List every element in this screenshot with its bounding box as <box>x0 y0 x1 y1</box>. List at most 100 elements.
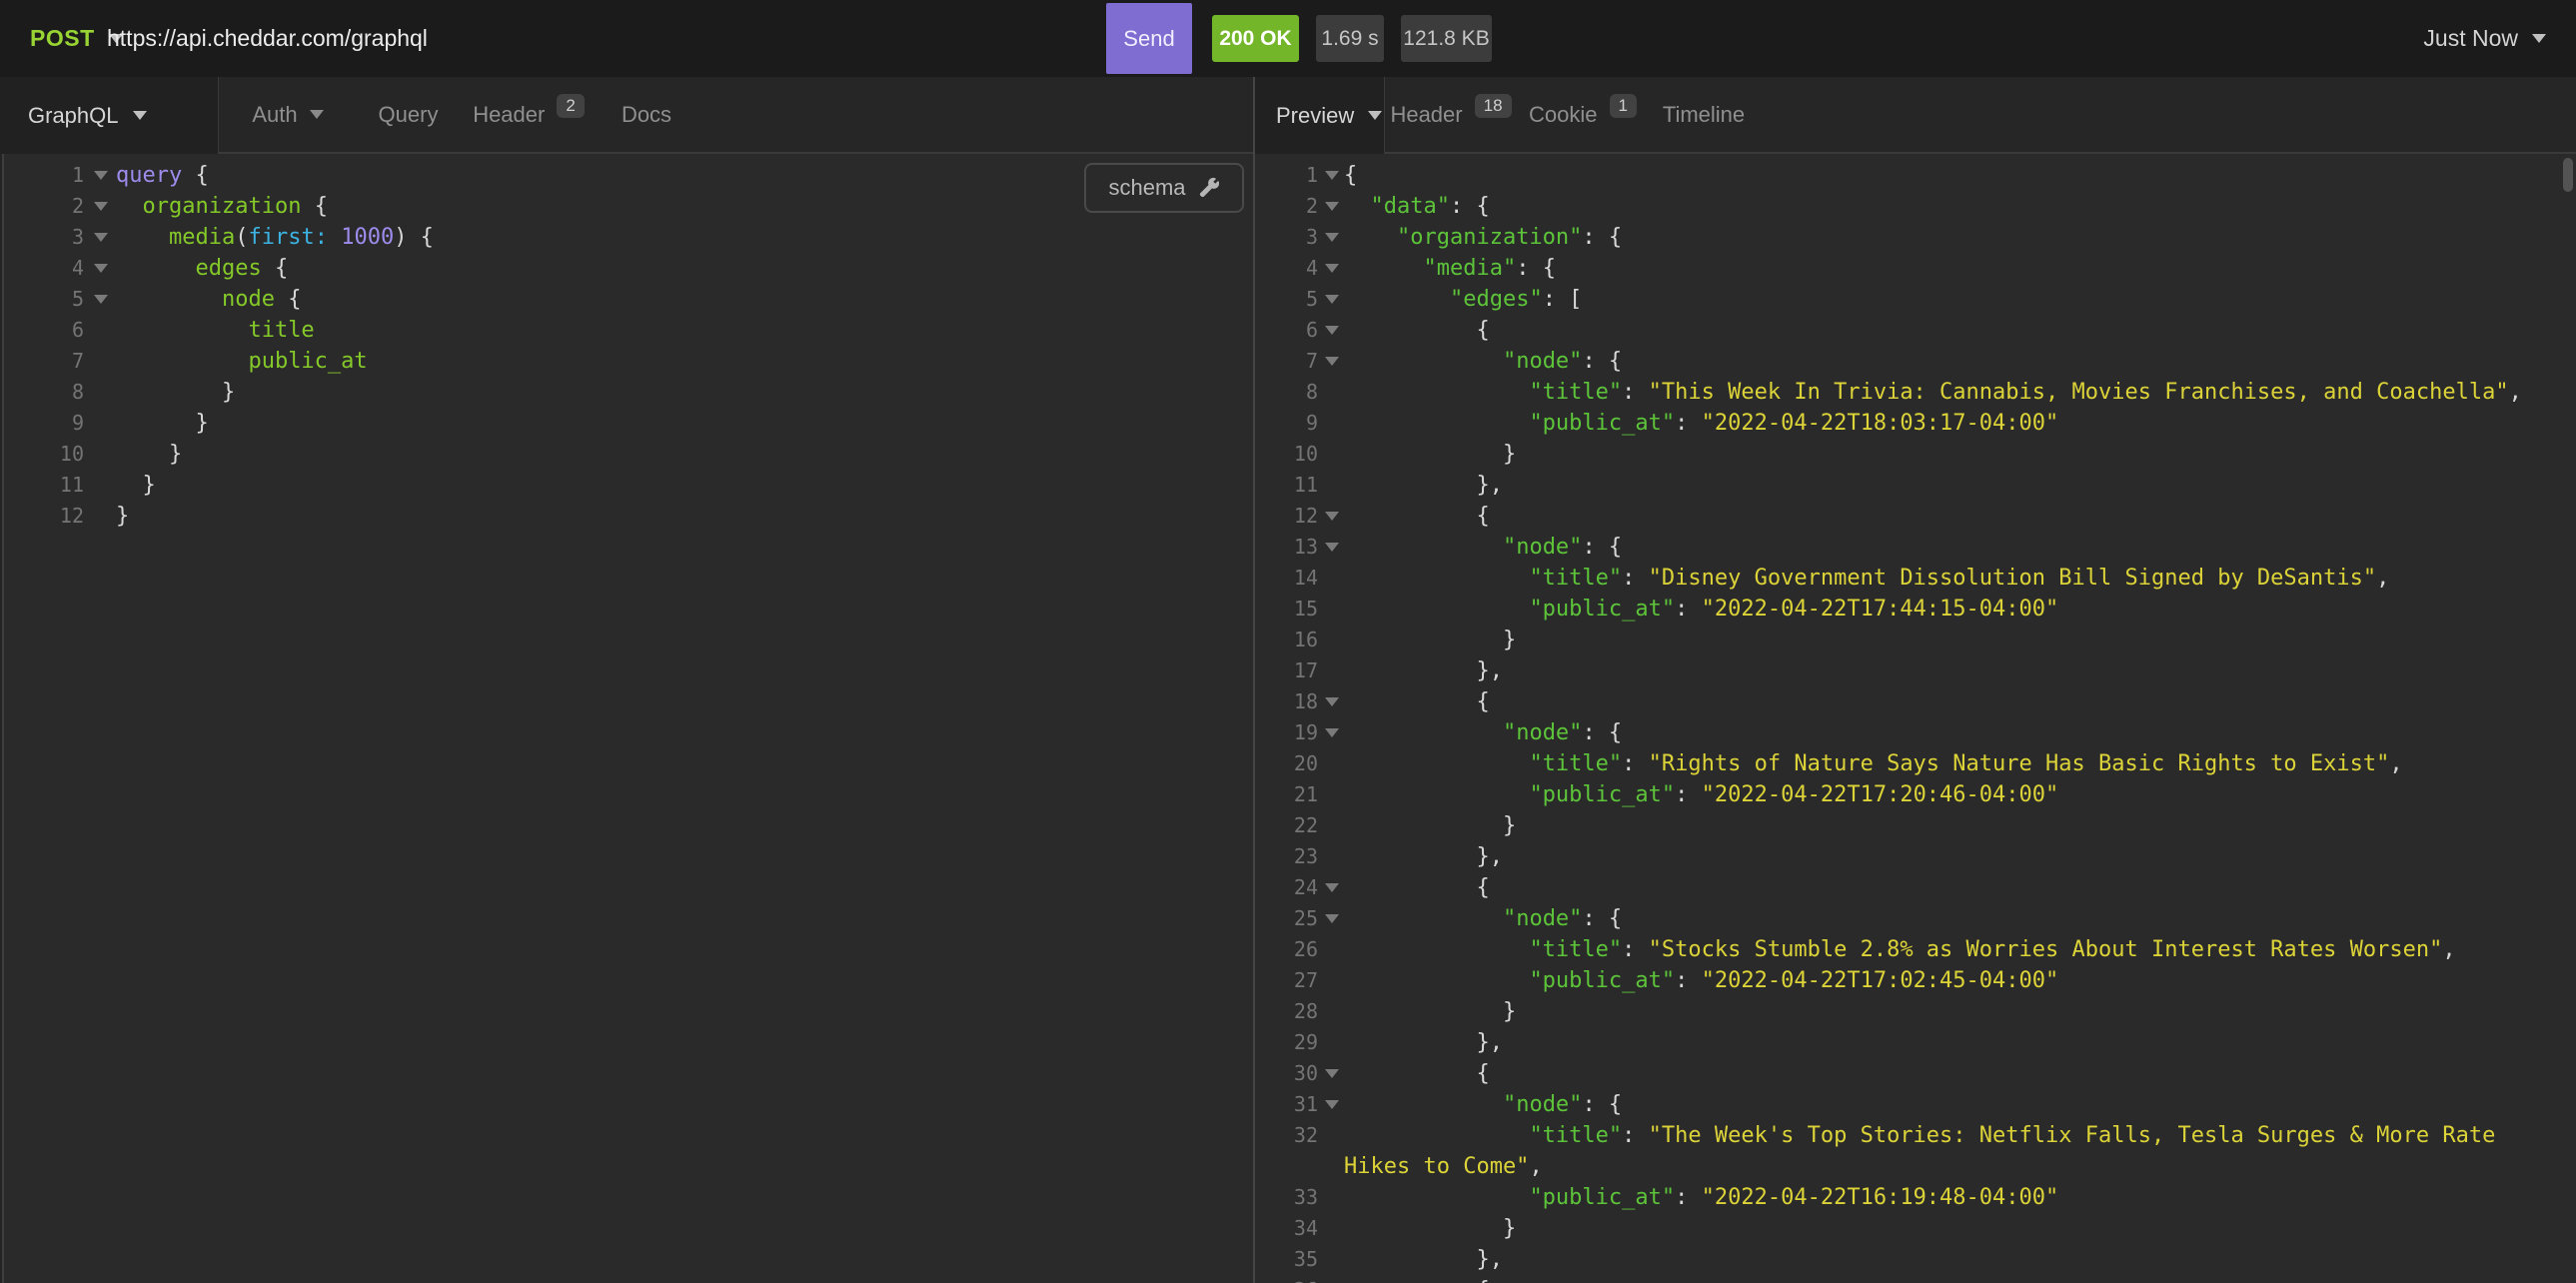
line-number[interactable]: 19 <box>1256 717 1320 748</box>
request-tab-query[interactable]: Query <box>357 77 460 152</box>
line-number[interactable]: 32 <box>1256 1120 1320 1151</box>
code-text[interactable]: media(first: 1000) { <box>116 222 1253 253</box>
fold-toggle[interactable] <box>1320 315 1344 335</box>
response-history-dropdown[interactable]: Just Now <box>2423 0 2546 77</box>
code-text[interactable]: "node": { <box>1344 903 2560 934</box>
line-number[interactable]: 17 <box>1256 655 1320 686</box>
code-text[interactable]: "node": { <box>1344 1089 2560 1120</box>
line-number[interactable]: 24 <box>1256 872 1320 903</box>
response-json-viewer[interactable]: 1{2 "data": {3 "organization": {4 "media… <box>1256 154 2560 1283</box>
fold-toggle[interactable] <box>1320 903 1344 923</box>
code-text[interactable]: { <box>1344 1275 2560 1283</box>
fold-toggle[interactable] <box>1320 532 1344 552</box>
line-number[interactable]: 8 <box>1256 377 1320 408</box>
code-text[interactable]: "public_at": "2022-04-22T17:20:46-04:00" <box>1344 779 2560 810</box>
response-tab-timeline[interactable]: Timeline <box>1649 77 1759 152</box>
line-number[interactable]: 12 <box>6 501 86 532</box>
code-text[interactable]: "edges": [ <box>1344 284 2560 315</box>
preview-mode-dropdown[interactable]: Preview <box>1255 77 1385 154</box>
line-number[interactable]: 7 <box>6 346 86 377</box>
send-button[interactable]: Send <box>1106 3 1192 74</box>
code-text[interactable]: { <box>1344 872 2560 903</box>
line-number[interactable]: 25 <box>1256 903 1320 934</box>
line-number[interactable]: 3 <box>1256 222 1320 253</box>
line-number[interactable]: 20 <box>1256 748 1320 779</box>
line-number[interactable]: 2 <box>6 191 86 222</box>
line-number[interactable]: 27 <box>1256 965 1320 996</box>
code-text[interactable]: "media": { <box>1344 253 2560 284</box>
line-number[interactable]: 8 <box>6 377 86 408</box>
code-text[interactable]: } <box>116 377 1253 408</box>
fold-toggle[interactable] <box>1320 160 1344 180</box>
line-number[interactable]: 4 <box>6 253 86 284</box>
code-text[interactable]: } <box>1344 996 2560 1027</box>
fold-toggle[interactable] <box>86 222 116 242</box>
line-number[interactable]: 10 <box>6 439 86 470</box>
code-text[interactable]: "public_at": "2022-04-22T17:44:15-04:00" <box>1344 594 2560 625</box>
code-text[interactable]: } <box>1344 810 2560 841</box>
fold-toggle[interactable] <box>86 284 116 304</box>
code-text[interactable]: "node": { <box>1344 346 2560 377</box>
code-text[interactable]: public_at <box>116 346 1253 377</box>
line-number[interactable]: 2 <box>1256 191 1320 222</box>
line-number[interactable]: 12 <box>1256 501 1320 532</box>
fold-toggle[interactable] <box>86 191 116 211</box>
line-number[interactable]: 29 <box>1256 1027 1320 1058</box>
code-text[interactable]: "public_at": "2022-04-22T16:19:48-04:00" <box>1344 1182 2560 1213</box>
line-number[interactable]: 14 <box>1256 563 1320 594</box>
fold-toggle[interactable] <box>1320 346 1344 366</box>
line-number[interactable]: 31 <box>1256 1089 1320 1120</box>
fold-toggle[interactable] <box>86 160 116 180</box>
sidebar-resize-handle[interactable] <box>0 154 4 1283</box>
line-number[interactable]: 1 <box>1256 160 1320 191</box>
code-text[interactable]: "title": "Stocks Stumble 2.8% as Worries… <box>1344 934 2560 965</box>
code-text[interactable]: }, <box>1344 1027 2560 1058</box>
line-number[interactable]: 10 <box>1256 439 1320 470</box>
code-text[interactable]: "title": "Disney Government Dissolution … <box>1344 563 2560 594</box>
line-number[interactable]: 28 <box>1256 996 1320 1027</box>
url-input[interactable]: https://api.cheddar.com/graphql <box>107 0 428 77</box>
line-number[interactable]: 13 <box>1256 532 1320 563</box>
code-text[interactable]: { <box>1344 1058 2560 1089</box>
line-number[interactable]: 7 <box>1256 346 1320 377</box>
fold-toggle[interactable] <box>1320 253 1344 273</box>
line-number[interactable]: 3 <box>6 222 86 253</box>
code-text[interactable]: { <box>1344 501 2560 532</box>
line-number[interactable]: 16 <box>1256 625 1320 655</box>
fold-toggle[interactable] <box>1320 872 1344 892</box>
request-tab-docs[interactable]: Docs <box>598 77 695 152</box>
response-tab-header[interactable]: Header18 <box>1385 77 1517 152</box>
code-text[interactable]: { <box>1344 315 2560 346</box>
code-text[interactable]: organization { <box>116 191 1253 222</box>
line-number[interactable]: 15 <box>1256 594 1320 625</box>
line-number[interactable]: 5 <box>6 284 86 315</box>
fold-toggle[interactable] <box>1320 284 1344 304</box>
line-number[interactable]: 6 <box>6 315 86 346</box>
code-text[interactable]: node { <box>116 284 1253 315</box>
code-text[interactable]: "title": "This Week In Trivia: Cannabis,… <box>1344 377 2560 408</box>
code-text[interactable]: "title": "The Week's Top Stories: Netfli… <box>1344 1120 2560 1182</box>
code-text[interactable]: }, <box>1344 470 2560 501</box>
request-tab-header[interactable]: Header2 <box>460 77 598 152</box>
line-number[interactable]: 1 <box>6 160 86 191</box>
code-text[interactable]: } <box>116 501 1253 532</box>
line-number[interactable]: 4 <box>1256 253 1320 284</box>
line-number[interactable]: 30 <box>1256 1058 1320 1089</box>
code-text[interactable]: "public_at": "2022-04-22T18:03:17-04:00" <box>1344 408 2560 439</box>
fold-toggle[interactable] <box>1320 686 1344 706</box>
fold-toggle[interactable] <box>1320 191 1344 211</box>
line-number[interactable]: 34 <box>1256 1213 1320 1244</box>
code-text[interactable]: "data": { <box>1344 191 2560 222</box>
code-text[interactable]: } <box>116 439 1253 470</box>
code-text[interactable]: }, <box>1344 841 2560 872</box>
line-number[interactable]: 35 <box>1256 1244 1320 1275</box>
code-text[interactable]: title <box>116 315 1253 346</box>
code-text[interactable]: "node": { <box>1344 717 2560 748</box>
line-number[interactable]: 18 <box>1256 686 1320 717</box>
line-number[interactable]: 6 <box>1256 315 1320 346</box>
fold-toggle[interactable] <box>1320 501 1344 521</box>
line-number[interactable]: 36 <box>1256 1275 1320 1283</box>
line-number[interactable]: 11 <box>6 470 86 501</box>
line-number[interactable]: 26 <box>1256 934 1320 965</box>
code-text[interactable]: "public_at": "2022-04-22T17:02:45-04:00" <box>1344 965 2560 996</box>
